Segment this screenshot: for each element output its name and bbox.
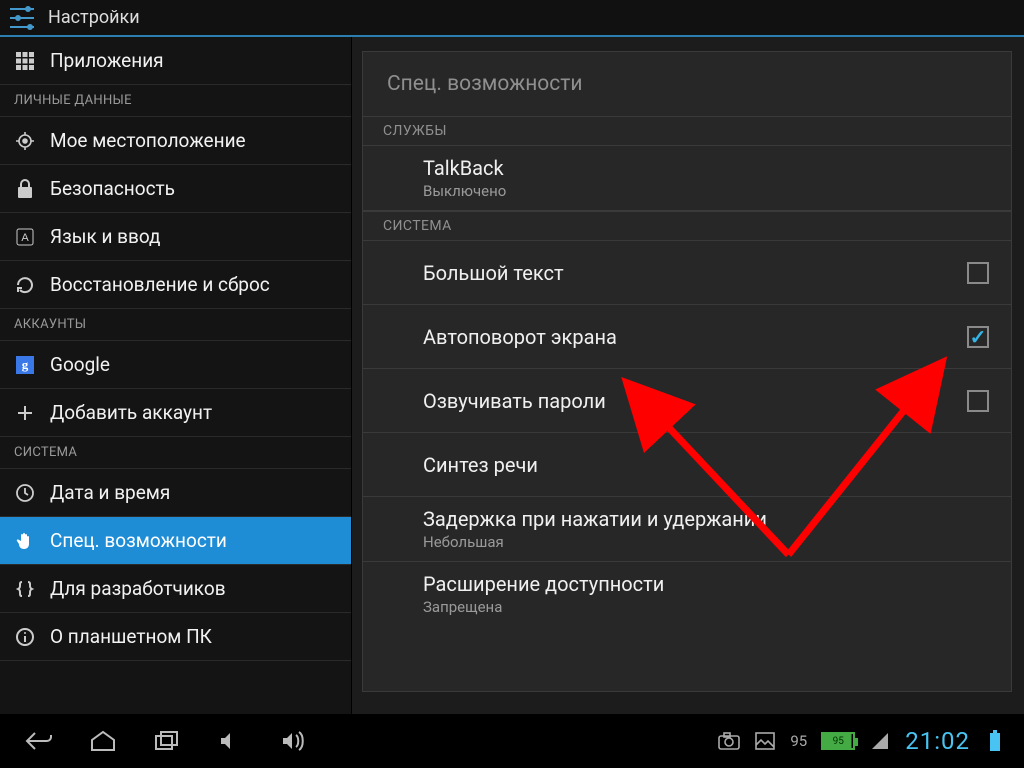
sidebar-item-accessibility[interactable]: Спец. возможности	[0, 517, 351, 565]
title-bar: Настройки	[0, 0, 1024, 37]
picture-icon	[754, 732, 776, 750]
sidebar-category-personal: ЛИЧНЫЕ ДАННЫЕ	[0, 85, 351, 117]
home-button[interactable]	[74, 721, 132, 761]
sidebar-item-label: О планшетном ПК	[50, 625, 212, 648]
battery-percent: 95	[790, 732, 807, 750]
sidebar-item-label: Для разработчиков	[50, 577, 226, 600]
settings-sidebar: Приложения ЛИЧНЫЕ ДАННЫЕ Мое местоположе…	[0, 37, 352, 714]
option-label: Синтез речи	[423, 453, 989, 477]
option-sublabel: Выключено	[423, 182, 989, 200]
checkbox-speak-passwords[interactable]	[967, 390, 989, 412]
sidebar-category-system: СИСТЕМА	[0, 437, 351, 469]
option-sublabel: Запрещена	[423, 598, 989, 616]
sidebar-item-label: Безопасность	[50, 177, 175, 200]
location-icon	[14, 130, 36, 152]
sidebar-item-label: Приложения	[50, 49, 164, 72]
option-touch-hold-delay[interactable]: Задержка при нажатии и удержании Небольш…	[363, 497, 1011, 562]
system-navbar: 95 95 21:02	[0, 714, 1024, 768]
sidebar-item-label: Дата и время	[50, 481, 170, 504]
refresh-icon	[14, 274, 36, 296]
option-label: TalkBack	[423, 156, 989, 180]
option-sublabel: Небольшая	[423, 533, 989, 551]
sidebar-item-label: Google	[50, 353, 110, 376]
detail-title: Спец. возможности	[363, 52, 1011, 116]
battery-icon: 95	[821, 732, 855, 750]
sidebar-item-label: Мое местоположение	[50, 129, 246, 152]
option-label: Задержка при нажатии и удержании	[423, 507, 989, 531]
clock-icon	[14, 482, 36, 504]
option-tts[interactable]: Синтез речи	[363, 433, 1011, 497]
section-header-services: СЛУЖБЫ	[363, 116, 1011, 146]
signal-icon	[869, 732, 891, 750]
braces-icon	[14, 578, 36, 600]
settings-icon	[0, 0, 48, 36]
clock: 21:02	[905, 727, 970, 755]
checkbox-auto-rotate[interactable]	[967, 326, 989, 348]
sidebar-item-google[interactable]: g Google	[0, 341, 351, 389]
battery-vertical-icon	[984, 732, 1006, 750]
back-button[interactable]	[10, 721, 68, 761]
hand-icon	[14, 530, 36, 552]
sidebar-item-backup[interactable]: Восстановление и сброс	[0, 261, 351, 309]
option-label: Озвучивать пароли	[423, 389, 967, 413]
sidebar-item-label: Язык и ввод	[50, 225, 161, 248]
sidebar-item-add-account[interactable]: Добавить аккаунт	[0, 389, 351, 437]
option-large-text[interactable]: Большой текст	[363, 241, 1011, 305]
sidebar-item-label: Спец. возможности	[50, 529, 227, 552]
svg-text:A: A	[21, 232, 29, 244]
option-label: Автоповорот экрана	[423, 325, 967, 349]
option-label: Большой текст	[423, 261, 967, 285]
option-auto-rotate[interactable]: Автоповорот экрана	[363, 305, 1011, 369]
checkbox-large-text[interactable]	[967, 262, 989, 284]
option-speak-passwords[interactable]: Озвучивать пароли	[363, 369, 1011, 433]
section-header-system: СИСТЕМА	[363, 211, 1011, 241]
sidebar-item-security[interactable]: Безопасность	[0, 165, 351, 213]
camera-icon	[718, 732, 740, 750]
status-tray[interactable]: 95 95 21:02	[718, 727, 1014, 755]
volume-down-button[interactable]	[202, 721, 260, 761]
sidebar-item-apps[interactable]: Приложения	[0, 37, 351, 85]
plus-icon	[14, 402, 36, 424]
option-label: Расширение доступности	[423, 572, 989, 596]
sidebar-item-developer[interactable]: Для разработчиков	[0, 565, 351, 613]
info-icon	[14, 626, 36, 648]
sidebar-item-location[interactable]: Мое местоположение	[0, 117, 351, 165]
sidebar-item-label: Восстановление и сброс	[50, 273, 270, 296]
volume-up-button[interactable]	[266, 721, 324, 761]
title-text: Настройки	[48, 7, 140, 28]
option-enhance-accessibility[interactable]: Расширение доступности Запрещена	[363, 562, 1011, 626]
sidebar-item-label: Добавить аккаунт	[50, 401, 212, 424]
sidebar-item-language[interactable]: A Язык и ввод	[0, 213, 351, 261]
option-talkback[interactable]: TalkBack Выключено	[363, 146, 1011, 211]
recents-button[interactable]	[138, 721, 196, 761]
detail-pane: Спец. возможности СЛУЖБЫ TalkBack Выключ…	[352, 37, 1024, 714]
sidebar-item-about[interactable]: О планшетном ПК	[0, 613, 351, 661]
sidebar-category-accounts: АККАУНТЫ	[0, 309, 351, 341]
apps-icon	[14, 50, 36, 72]
google-icon: g	[14, 354, 36, 376]
sidebar-item-datetime[interactable]: Дата и время	[0, 469, 351, 517]
lock-icon	[14, 178, 36, 200]
language-icon: A	[14, 226, 36, 248]
